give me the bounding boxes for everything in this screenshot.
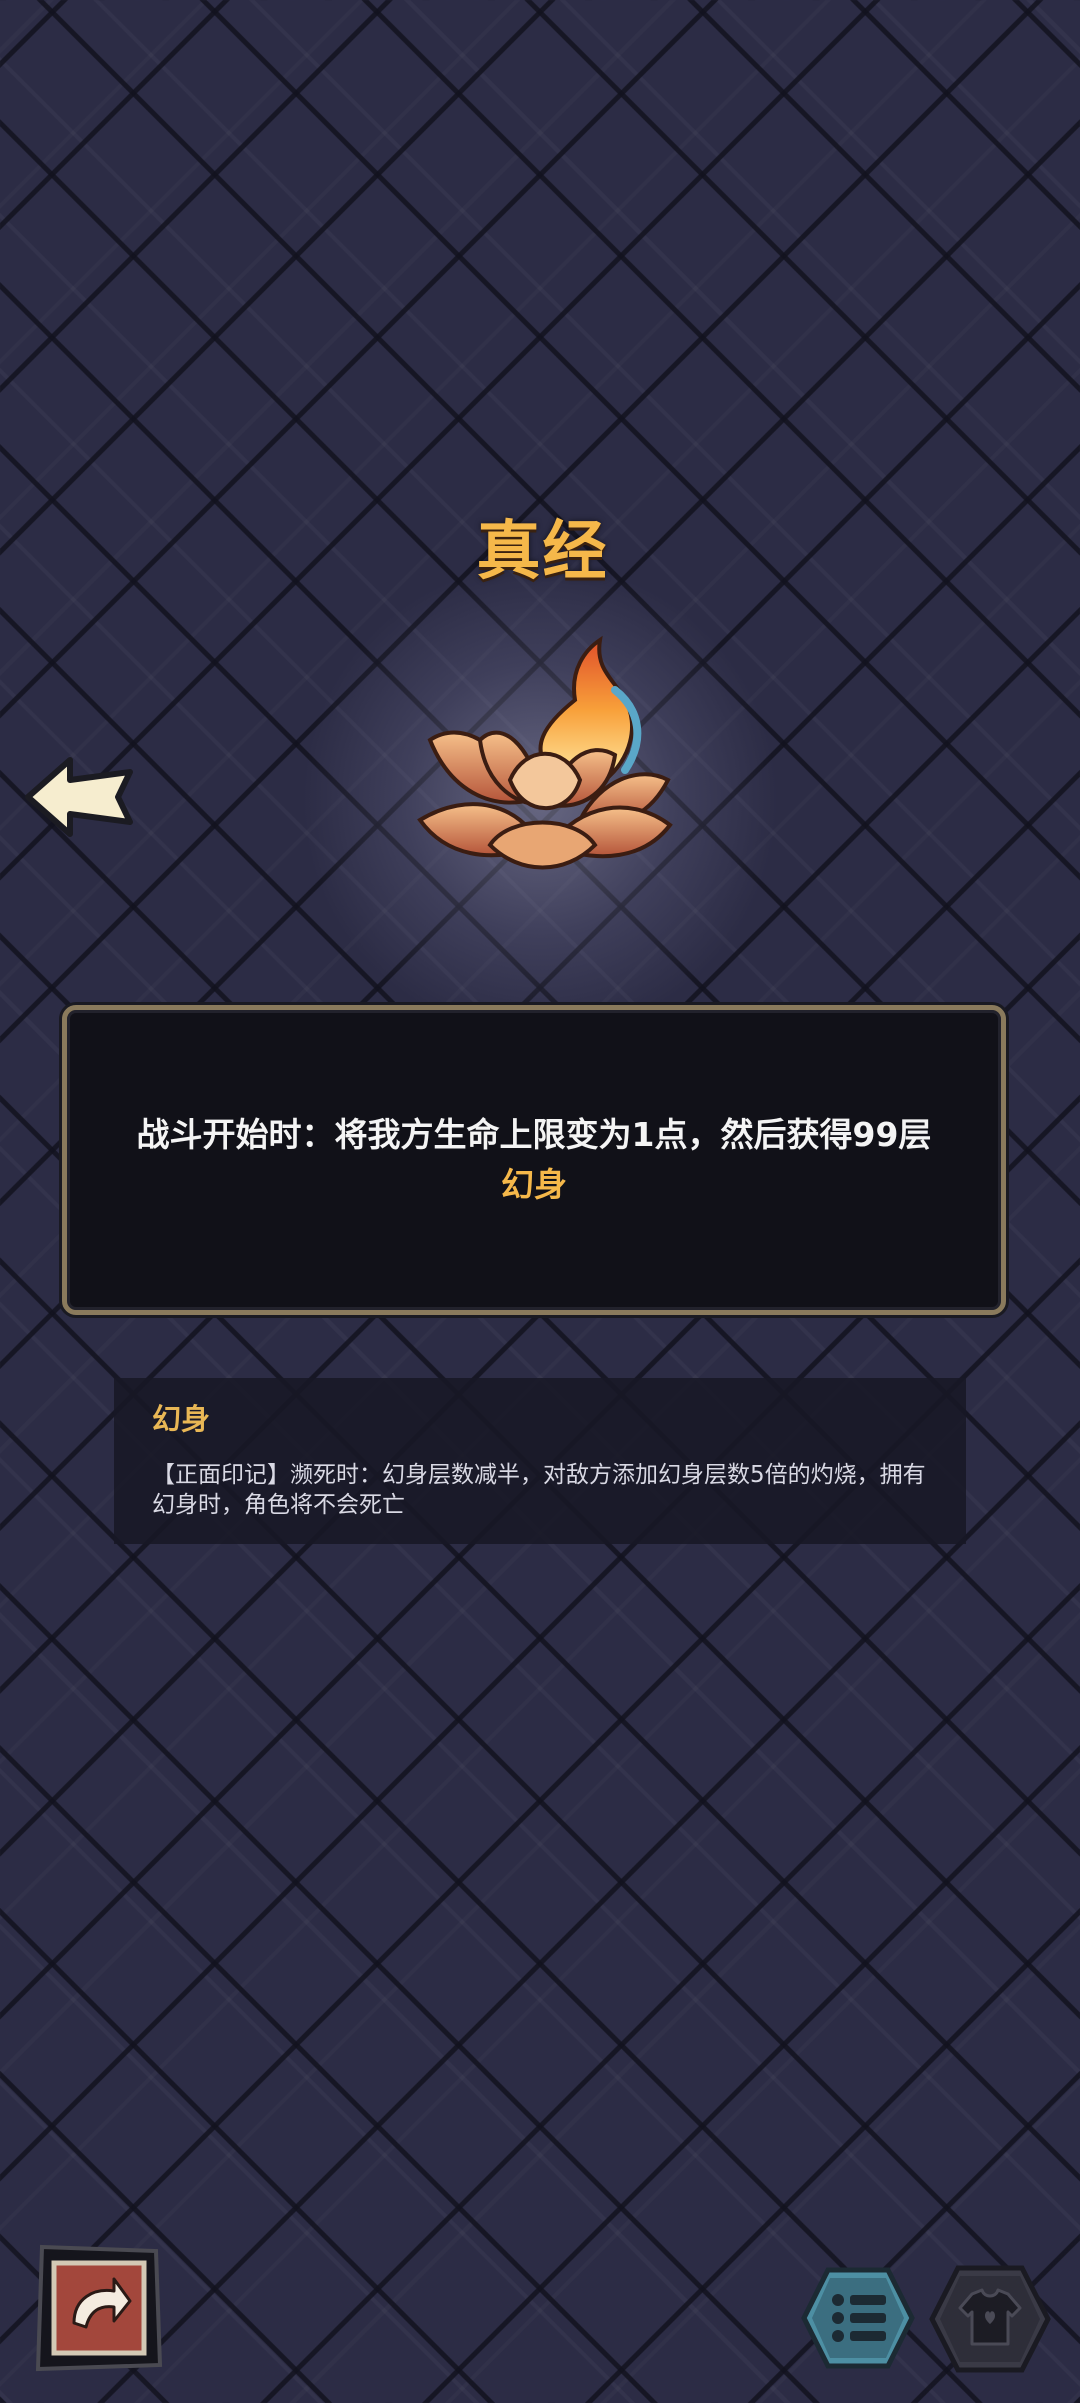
back-arrow-icon[interactable]: [18, 752, 138, 842]
list-icon: [832, 2294, 886, 2342]
keyword-description: 【正面印记】濒死时：幻身层数减半，对敌方添加幻身层数5倍的灼烧，拥有幻身时，角色…: [152, 1462, 926, 1518]
relic-description-panel: 战斗开始时：将我方生命上限变为1点，然后获得99层幻身: [62, 1005, 1006, 1315]
shirt-button[interactable]: [928, 2264, 1052, 2374]
flaming-lotus-icon: [400, 630, 690, 890]
relic-title: 真经: [476, 515, 609, 589]
keyword-tooltip: 幻身 【正面印记】濒死时：幻身层数减半，对敌方添加幻身层数5倍的灼烧，拥有幻身时…: [114, 1378, 966, 1544]
description-text: 战斗开始时：将我方生命上限变为1点，然后获得99层: [136, 1115, 932, 1154]
return-arrow-button[interactable]: [34, 2243, 164, 2373]
relic-description: 战斗开始时：将我方生命上限变为1点，然后获得99层幻身: [124, 1110, 944, 1210]
keyword-title: 幻身: [152, 1402, 211, 1436]
description-keyword[interactable]: 幻身: [501, 1165, 567, 1204]
list-button[interactable]: [800, 2266, 916, 2370]
